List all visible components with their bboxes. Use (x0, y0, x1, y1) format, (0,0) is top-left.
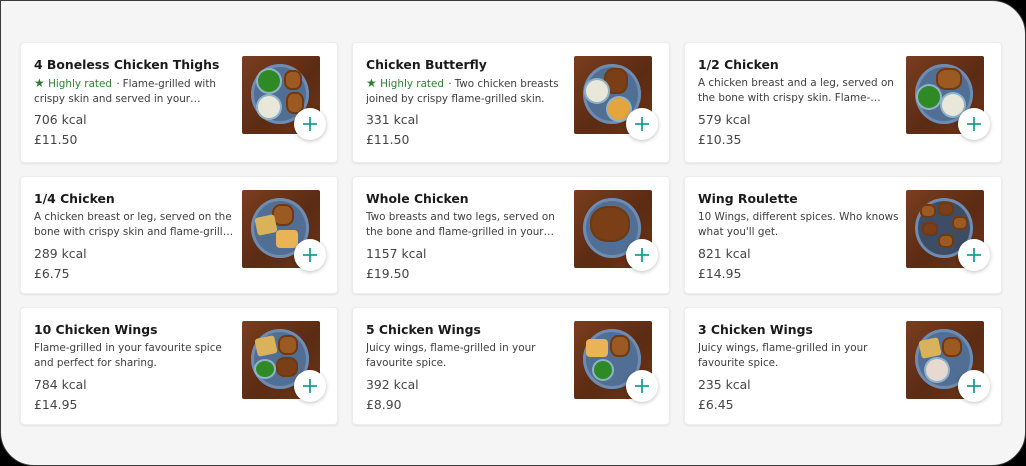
menu-item-title: 10 Chicken Wings (34, 322, 158, 337)
menu-item-kcal: 331 kcal (366, 112, 419, 127)
menu-item-kcal: 706 kcal (34, 112, 87, 127)
menu-item-title: 1/4 Chicken (34, 191, 115, 206)
add-to-order-button[interactable] (294, 370, 326, 402)
highly-rated-badge: Highly rated (380, 78, 444, 90)
menu-item-kcal: 1157 kcal (366, 246, 427, 261)
menu-item-info: 10 Chicken Wings Flame-grilled in your f… (34, 322, 236, 412)
menu-item-description: Juicy wings, flame-grilled in your favou… (366, 342, 536, 369)
menu-item-title: 3 Chicken Wings (698, 322, 813, 337)
menu-item-description: Juicy wings, flame-grilled in your favou… (698, 342, 868, 369)
add-to-order-button[interactable] (294, 108, 326, 140)
plus-icon (635, 117, 649, 131)
highly-rated-badge: Highly rated (48, 78, 112, 90)
separator: · (116, 78, 120, 90)
menu-item-card[interactable]: 1/2 Chicken A chicken breast and a leg, … (684, 42, 1002, 163)
menu-item-title: 5 Chicken Wings (366, 322, 481, 337)
menu-item-kcal: 579 kcal (698, 112, 751, 127)
menu-item-card[interactable]: Chicken Butterfly ★ Highly rated · Two ch… (352, 42, 670, 163)
plus-icon (967, 248, 981, 262)
menu-item-price: £6.45 (698, 397, 734, 412)
menu-item-info: 4 Boneless Chicken Thighs ★ Highly rated… (34, 57, 236, 147)
menu-item-price: £14.95 (34, 397, 78, 412)
menu-item-card[interactable]: 4 Boneless Chicken Thighs ★ Highly rated… (20, 42, 338, 163)
menu-item-info: 1/2 Chicken A chicken breast and a leg, … (698, 57, 900, 147)
menu-item-card[interactable]: 3 Chicken Wings Juicy wings, flame-grill… (684, 307, 1002, 425)
plus-icon (967, 379, 981, 393)
menu-item-title: Wing Roulette (698, 191, 798, 206)
plus-icon (967, 117, 981, 131)
menu-item-info: 1/4 Chicken A chicken breast or leg, ser… (34, 191, 236, 281)
menu-grid: 4 Boneless Chicken Thighs ★ Highly rated… (20, 42, 1002, 425)
plus-icon (303, 117, 317, 131)
menu-panel: 4 Boneless Chicken Thighs ★ Highly rated… (0, 0, 1026, 466)
menu-item-info: Chicken Butterfly ★ Highly rated · Two ch… (366, 57, 568, 147)
add-to-order-button[interactable] (294, 239, 326, 271)
menu-item-price: £10.35 (698, 132, 742, 147)
menu-item-kcal: 289 kcal (34, 246, 87, 261)
plus-icon (635, 248, 649, 262)
menu-item-description: ★ Highly rated · Flame-grilled with crisp… (34, 76, 236, 106)
plus-icon (303, 379, 317, 393)
menu-item-card[interactable]: 1/4 Chicken A chicken breast or leg, ser… (20, 176, 338, 294)
menu-item-price: £11.50 (366, 132, 410, 147)
menu-item-info: 3 Chicken Wings Juicy wings, flame-grill… (698, 322, 900, 412)
menu-item-price: £14.95 (698, 266, 742, 281)
menu-item-title: Whole Chicken (366, 191, 469, 206)
add-to-order-button[interactable] (626, 108, 658, 140)
menu-item-info: Whole Chicken Two breasts and two legs, … (366, 191, 568, 281)
menu-item-title: 4 Boneless Chicken Thighs (34, 57, 220, 72)
menu-item-price: £6.75 (34, 266, 70, 281)
plus-icon (635, 379, 649, 393)
menu-item-card[interactable]: Whole Chicken Two breasts and two legs, … (352, 176, 670, 294)
menu-item-kcal: 392 kcal (366, 377, 419, 392)
menu-item-card[interactable]: 5 Chicken Wings Juicy wings, flame-grill… (352, 307, 670, 425)
star-icon: ★ (34, 76, 45, 90)
add-to-order-button[interactable] (626, 239, 658, 271)
menu-item-title: 1/2 Chicken (698, 57, 779, 72)
menu-item-info: Wing Roulette 10 Wings, different spices… (698, 191, 900, 281)
star-icon: ★ (366, 76, 377, 90)
menu-item-description: Flame-grilled in your favourite spice an… (34, 342, 222, 369)
menu-item-price: £11.50 (34, 132, 78, 147)
add-to-order-button[interactable] (958, 370, 990, 402)
menu-item-kcal: 235 kcal (698, 377, 751, 392)
menu-item-kcal: 821 kcal (698, 246, 751, 261)
menu-item-kcal: 784 kcal (34, 377, 87, 392)
add-to-order-button[interactable] (626, 370, 658, 402)
menu-item-card[interactable]: Wing Roulette 10 Wings, different spices… (684, 176, 1002, 294)
add-to-order-button[interactable] (958, 239, 990, 271)
menu-item-price: £8.90 (366, 397, 402, 412)
menu-item-description: Two breasts and two legs, served on the … (366, 211, 555, 238)
plus-icon (303, 248, 317, 262)
menu-item-description: 10 Wings, different spices. Who knows wh… (698, 211, 899, 238)
menu-item-card[interactable]: 10 Chicken Wings Flame-grilled in your f… (20, 307, 338, 425)
add-to-order-button[interactable] (958, 108, 990, 140)
menu-item-description: A chicken breast or leg, served on the b… (34, 211, 236, 238)
menu-item-description: A chicken breast and a leg, served on th… (698, 77, 894, 104)
menu-item-info: 5 Chicken Wings Juicy wings, flame-grill… (366, 322, 568, 412)
menu-item-description: ★ Highly rated · Two chicken breasts join… (366, 76, 568, 106)
menu-item-title: Chicken Butterfly (366, 57, 487, 72)
separator: · (448, 78, 452, 90)
menu-item-price: £19.50 (366, 266, 410, 281)
